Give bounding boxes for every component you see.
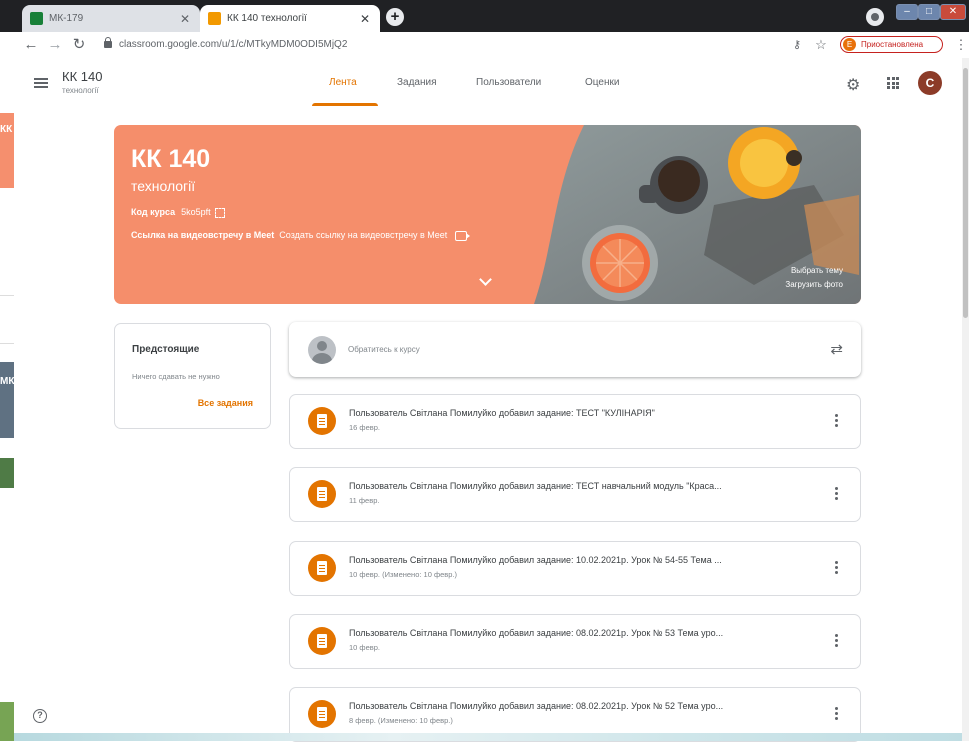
stream-item-title[interactable]: Пользователь Світлана Помилуйко добавил … [349,555,819,565]
window-maximize-button[interactable]: □ [918,4,940,20]
active-tab-indicator [312,103,378,106]
taskbar-strip [14,733,962,741]
banner-course-subtitle: технології [131,178,196,194]
meet-link-label: Ссылка на видеовстречу в Meet [131,230,275,240]
stream-item-date: 11 февр. [349,496,380,505]
stream-item-title[interactable]: Пользователь Світлана Помилуйко добавил … [349,628,819,638]
upcoming-title: Предстоящие [132,344,200,355]
avatar [308,336,336,364]
classroom-header: КК 140 технології Лента Задания Пользова… [0,58,962,108]
tab-classwork[interactable]: Задания [397,77,437,88]
fullscreen-icon[interactable] [214,207,225,218]
sheets-favicon-icon [30,12,43,25]
announce-placeholder[interactable]: Обратитесь к курсу [348,345,420,354]
assignment-icon [308,554,336,582]
hamburger-menu-icon[interactable] [34,78,48,88]
user-avatar[interactable]: C [918,71,942,95]
scrollbar-thumb[interactable] [963,68,968,318]
settings-gear-icon[interactable]: ⚙ [846,75,860,95]
upcoming-card: Предстоящие Ничего сдавать не нужно Все … [114,323,271,429]
background-window-fragment: КК [0,113,14,188]
stream-item-title[interactable]: Пользователь Світлана Помилуйко добавил … [349,408,819,418]
course-code-label: Код курса [131,207,176,217]
view-all-link[interactable]: Все задания [198,398,253,408]
forward-arrow-icon[interactable]: → [46,36,64,54]
tab-stream[interactable]: Лента [329,77,357,88]
course-banner: КК 140 технології Код курса 5ko5pft Ссылк… [114,125,861,304]
course-name[interactable]: КК 140 [62,69,102,84]
browser-tab[interactable]: МК-179 ✕ [22,5,200,32]
background-window-fragment [0,702,14,741]
assignment-icon [308,480,336,508]
course-code-value[interactable]: 5ko5pft [181,207,211,217]
more-vert-icon[interactable] [835,707,838,710]
google-apps-icon[interactable] [887,77,899,89]
tab-close-icon[interactable]: ✕ [178,12,192,26]
stream-item-date: 10 февр. (Изменено: 10 февр.) [349,570,458,579]
classroom-favicon-icon [208,12,221,25]
help-icon[interactable]: ? [33,709,47,723]
tab-grades[interactable]: Оценки [585,77,619,88]
meet-create-link[interactable]: Создать ссылку на видеовстречу в Meet [279,230,447,240]
window-minimize-button[interactable]: – [896,4,918,20]
stream-item[interactable]: Пользователь Світлана Помилуйко добавил … [289,394,861,449]
tab-title: КК 140 технології [227,13,307,24]
bookmark-star-icon[interactable]: ☆ [812,36,830,54]
back-arrow-icon[interactable]: ← [22,36,40,54]
assignment-icon [308,700,336,728]
profile-status: Приостановлена [861,40,924,49]
background-window-fragment [0,458,14,488]
tab-people[interactable]: Пользователи [476,77,541,88]
tab-close-icon[interactable]: ✕ [358,12,372,26]
divider [0,343,14,344]
stream-item-title[interactable]: Пользователь Світлана Помилуйко добавил … [349,701,819,711]
profile-avatar: E [843,38,856,51]
course-code-row: Код курса 5ko5pft [131,207,225,218]
chrome-media-icon[interactable] [866,8,884,26]
announce-box[interactable]: Обратитесь к курсу ⇄ [289,322,861,377]
browser-toolbar: ← → ↻ classroom.google.com/u/1/c/MTkyMDM… [0,32,969,59]
stream-item-date: 8 февр. (Изменено: 10 февр.) [349,716,453,725]
upcoming-empty-text: Ничего сдавать не нужно [132,372,220,381]
stream-item-title[interactable]: Пользователь Світлана Помилуйко добавил … [349,481,819,491]
upload-photo-link[interactable]: Загрузить фото [785,280,843,289]
meet-link-row: Ссылка на видеовстречу в Meet Создать ссы… [131,230,471,241]
stream-item[interactable]: Пользователь Світлана Помилуйко добавил … [289,467,861,522]
more-vert-icon[interactable] [835,561,838,564]
address-bar[interactable]: classroom.google.com/u/1/c/MTkyMDM0ODI5M… [119,39,347,50]
profile-paused-button[interactable]: E Приостановлена [840,36,943,53]
stream-item[interactable]: Пользователь Світлана Помилуйко добавил … [289,541,861,596]
new-tab-button[interactable]: + [386,8,404,26]
key-icon[interactable]: ⚷ [788,36,806,54]
window-close-button[interactable]: ✕ [940,4,966,20]
browser-tab-bar: МК-179 ✕ КК 140 технології ✕ + – □ ✕ [0,0,969,32]
stream-item-date: 16 февр. [349,423,381,432]
reload-icon[interactable]: ↻ [70,36,88,54]
repost-icon[interactable]: ⇄ [830,340,843,358]
more-vert-icon[interactable] [835,634,838,637]
divider [0,295,14,296]
course-subtitle: технології [62,86,99,95]
browser-tab-active[interactable]: КК 140 технології ✕ [200,5,380,32]
more-vert-icon[interactable] [835,487,838,490]
stream-item[interactable]: Пользователь Світлана Помилуйко добавил … [289,614,861,669]
browser-menu-icon[interactable]: ⋮ [952,36,969,54]
page-scrollbar[interactable] [962,58,969,741]
select-theme-link[interactable]: Выбрать тему [791,266,843,275]
lock-icon [104,37,112,48]
assignment-icon [308,407,336,435]
stream-item-date: 10 февр. [349,643,381,652]
more-vert-icon[interactable] [835,414,838,417]
video-camera-icon[interactable] [455,230,471,241]
tab-title: МК-179 [49,13,84,24]
banner-course-title: КК 140 [131,145,211,173]
assignment-icon [308,627,336,655]
background-window-fragment: МК [0,362,14,438]
